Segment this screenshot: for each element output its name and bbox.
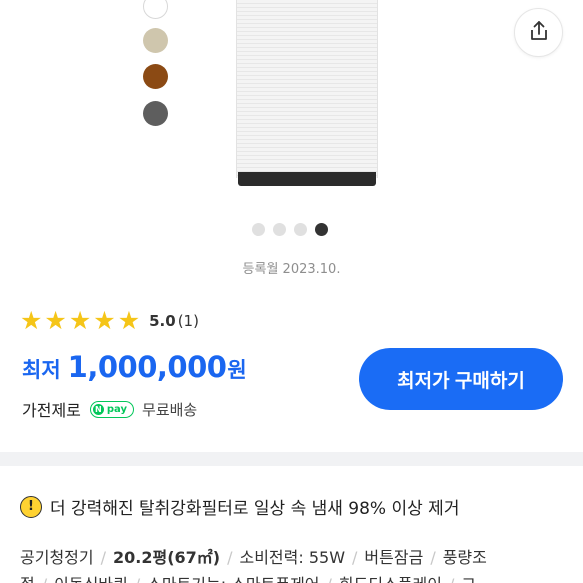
exclamation-icon: ! bbox=[20, 495, 42, 518]
npay-label: pay bbox=[106, 403, 128, 415]
spec-item: 20.2평(67㎡) bbox=[113, 548, 221, 567]
seller-info: 가전제로 N pay 무료배송 bbox=[22, 397, 197, 421]
air-purifier-body bbox=[236, 0, 378, 178]
color-swatch-beige[interactable] bbox=[143, 28, 168, 53]
spec-item: 공기청정기 bbox=[20, 548, 94, 567]
page-dot[interactable] bbox=[273, 223, 286, 236]
color-swatch-brown[interactable] bbox=[143, 64, 168, 89]
star-icon: ★ bbox=[117, 306, 141, 335]
product-image[interactable] bbox=[236, 0, 378, 190]
spec-row: 공기청정기/20.2평(67㎡) / 소비전력: 55W / 버튼잠금 / 풍량조 bbox=[20, 548, 487, 567]
product-image-area: 등록월 2023.10. bbox=[0, 0, 583, 285]
price: 최저 1,000,000 원 bbox=[22, 350, 247, 384]
spec-item: 풍량조 bbox=[442, 548, 487, 567]
spec-item: 이동식바퀴 bbox=[54, 575, 128, 583]
review-count: (1) bbox=[177, 311, 199, 330]
notice-text: 더 강력해진 탈취강화필터로 일상 속 냄새 98% 이상 제거 bbox=[50, 499, 460, 519]
feature-notice: ! 더 강력해진 탈취강화필터로 일상 속 냄새 98% 이상 제거 bbox=[20, 494, 459, 519]
spec-item: 스마트기능: 스마트폰제어 bbox=[147, 575, 319, 583]
rating[interactable]: ★ ★ ★ ★ ★ 5.0 (1) bbox=[20, 308, 199, 333]
spec-item: 절 bbox=[20, 575, 35, 583]
shipping-info: 무료배송 bbox=[142, 400, 198, 419]
npay-badge: N pay bbox=[89, 400, 135, 418]
share-button[interactable] bbox=[514, 8, 563, 57]
spec-item: 회도디스플레이 bbox=[339, 575, 442, 583]
spec-row: 절/이동식바퀴/스마트기능: 스마트폰제어/회도디스플레이/그 bbox=[20, 571, 583, 583]
page-dot[interactable] bbox=[294, 223, 307, 236]
air-purifier-base bbox=[238, 172, 376, 186]
star-icon: ★ bbox=[68, 306, 92, 335]
page-dot-active[interactable] bbox=[315, 223, 328, 236]
image-pagination bbox=[252, 223, 328, 236]
spec-item: 그 bbox=[461, 575, 476, 583]
color-swatch-white[interactable] bbox=[143, 0, 168, 19]
star-icon: ★ bbox=[44, 306, 67, 335]
lowest-price-buy-button[interactable]: 최저가 구매하기 bbox=[359, 348, 563, 410]
price-prefix: 최저 bbox=[22, 358, 61, 382]
npay-icon: N bbox=[92, 403, 104, 415]
seller-name[interactable]: 가전제로 bbox=[22, 397, 81, 421]
star-icon: ★ bbox=[20, 306, 43, 335]
spec-list: 공기청정기/20.2평(67㎡)/소비전력: 55W/버튼잠금/풍량조 절/이동… bbox=[20, 544, 583, 583]
rating-score: 5.0 bbox=[149, 311, 176, 330]
section-divider bbox=[0, 452, 583, 466]
color-swatch-gray[interactable] bbox=[143, 101, 168, 126]
spec-item: 버튼잠금 bbox=[364, 548, 424, 567]
registration-date: 등록월 2023.10. bbox=[242, 262, 341, 277]
star-icon: ★ bbox=[93, 306, 116, 335]
share-icon bbox=[527, 19, 551, 47]
page-dot[interactable] bbox=[252, 223, 265, 236]
spec-item: 소비전력: 55W bbox=[239, 548, 346, 567]
price-value: 1,000,000 bbox=[67, 350, 227, 384]
price-unit: 원 bbox=[227, 358, 247, 382]
